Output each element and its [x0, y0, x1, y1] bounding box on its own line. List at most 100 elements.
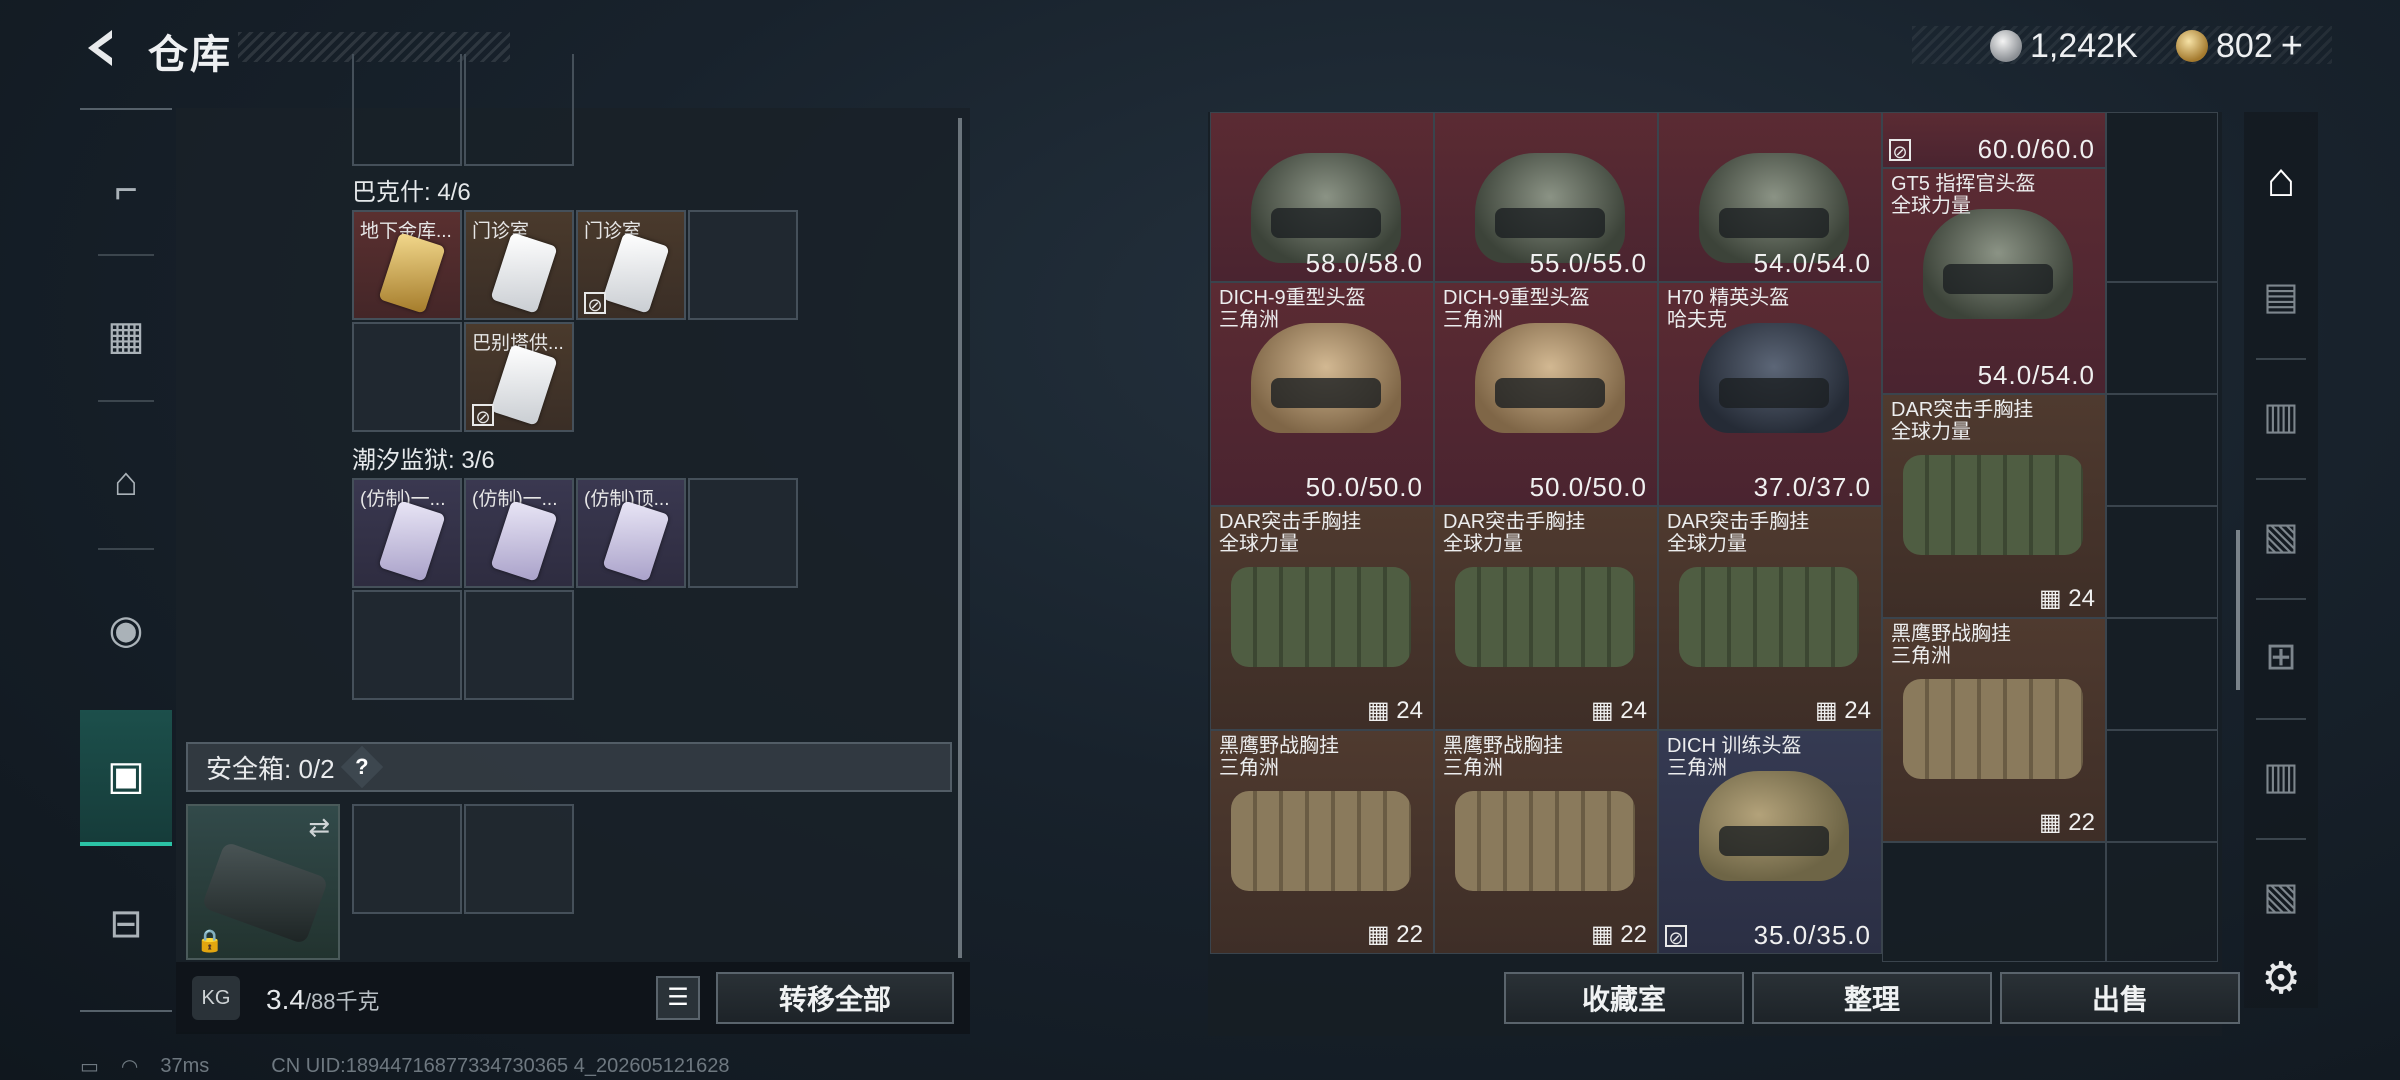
sidebar-item-bag[interactable]: ◉	[80, 570, 172, 690]
sidebar-item-armor[interactable]: ▦	[80, 276, 172, 396]
empty-slot[interactable]	[352, 322, 462, 432]
item-faction: 三角洲	[1891, 645, 1951, 667]
warehouse-item[interactable]: 60.0/60.0 ⊘	[1882, 112, 2106, 168]
list-view-button[interactable]: ☰	[656, 976, 700, 1020]
tab-storage-case-2[interactable]: ▥	[2244, 726, 2318, 826]
empty-slot[interactable]	[2106, 618, 2218, 730]
tab-warehouse[interactable]: ⌂	[2244, 130, 2318, 230]
empty-slot[interactable]	[1882, 842, 2106, 962]
add-currency-button[interactable]: +	[2281, 25, 2303, 68]
warehouse-item[interactable]: DAR突击手胸挂 全球力量 ▦ 24	[1882, 394, 2106, 618]
sell-button[interactable]: 出售	[2000, 972, 2240, 1024]
item-faction: 全球力量	[1667, 533, 1747, 555]
safe-box-header: 安全箱: 0/2 ?	[186, 742, 952, 792]
item-slot[interactable]: 门诊室	[464, 210, 574, 320]
empty-slot[interactable]	[2106, 730, 2218, 842]
empty-slot[interactable]	[352, 54, 462, 166]
weight-max: /88千克	[304, 989, 380, 1014]
capacity-value: 24	[1844, 697, 1871, 724]
warehouse-item[interactable]: DAR突击手胸挂 全球力量 ▦ 24	[1658, 506, 1882, 730]
item-slot[interactable]: 巴别塔供... ⊘	[464, 322, 574, 432]
safe-box-item[interactable]: ⇄ 🔒	[186, 804, 340, 960]
item-slot[interactable]: 地下金库...	[352, 210, 462, 320]
visor-image	[1495, 378, 1605, 408]
empty-slot[interactable]	[464, 590, 574, 700]
empty-slot[interactable]	[464, 54, 574, 166]
no-sell-icon: ⊘	[1889, 139, 1911, 162]
tab-ammo-case[interactable]: ▧	[2244, 486, 2318, 586]
sidebar-item-toolbox[interactable]: ⊟	[80, 864, 172, 984]
divider	[98, 548, 154, 550]
warehouse-item[interactable]: H70 精英头盔 哈夫克 37.0/37.0	[1658, 282, 1882, 506]
help-button[interactable]: ?	[340, 745, 383, 789]
uid-text: CN UID:18944716877334730365 4_2026051216…	[271, 1055, 730, 1077]
empty-slot[interactable]	[2106, 112, 2218, 282]
empty-slot[interactable]	[464, 804, 574, 914]
warehouse-item[interactable]: GT5 指挥官头盔 全球力量 54.0/54.0	[1882, 168, 2106, 394]
warehouse-item[interactable]: DAR突击手胸挂 全球力量 ▦ 24	[1210, 506, 1434, 730]
left-scrollbar[interactable]	[958, 118, 962, 958]
item-name: DICH 训练头盔	[1667, 735, 1802, 757]
swap-icon[interactable]: ⇄	[308, 812, 330, 843]
item-slot[interactable]: (仿制)顶...	[576, 478, 686, 588]
back-arrow-icon	[88, 30, 112, 66]
chest-rig-image	[1679, 567, 1859, 667]
warehouse-item[interactable]: DICH-9重型头盔 三角洲 50.0/50.0	[1210, 282, 1434, 506]
durability-text: 58.0/58.0	[1305, 248, 1423, 278]
warehouse-item[interactable]: DICH 训练头盔 三角洲 35.0/35.0 ⊘	[1658, 730, 1882, 954]
capacity-icon: ▦	[2038, 809, 2069, 836]
warehouse-item[interactable]: 黑鹰野战胸挂 三角洲 ▦ 22	[1210, 730, 1434, 954]
key-card-icon	[490, 500, 558, 582]
warehouse-item[interactable]: 58.0/58.0	[1210, 112, 1434, 282]
divider	[2256, 478, 2306, 480]
item-name: DICH-9重型头盔	[1219, 287, 1366, 309]
warehouse-item[interactable]: 黑鹰野战胸挂 三角洲 ▦ 22	[1882, 618, 2106, 842]
divider	[98, 254, 154, 256]
warehouse-item[interactable]: DICH-9重型头盔 三角洲 50.0/50.0	[1434, 282, 1658, 506]
sidebar-item-safe-box[interactable]: ▣	[80, 710, 172, 846]
item-name: 黑鹰野战胸挂	[1891, 623, 2011, 645]
capacity-text: ▦ 24	[1591, 696, 1647, 725]
item-name: 黑鹰野战胸挂	[1219, 735, 1339, 757]
item-name: DAR突击手胸挂	[1219, 511, 1362, 533]
bag-icon: ◉	[108, 608, 144, 652]
warehouse-item[interactable]: 54.0/54.0	[1658, 112, 1882, 282]
tab-storage-case[interactable]: ▥	[2244, 366, 2318, 466]
collection-room-button[interactable]: 收藏室	[1504, 972, 1744, 1024]
warehouse-item[interactable]: DAR突击手胸挂 全球力量 ▦ 24	[1434, 506, 1658, 730]
transfer-all-button[interactable]: 转移全部	[716, 972, 954, 1024]
chest-rig-image	[1903, 455, 2083, 555]
empty-slot[interactable]	[2106, 506, 2218, 618]
item-slot[interactable]: 门诊室 ⊘	[576, 210, 686, 320]
empty-slot[interactable]	[2106, 842, 2218, 962]
empty-slot[interactable]	[2106, 282, 2218, 394]
visor-image	[1271, 208, 1381, 238]
warehouse-item[interactable]: 55.0/55.0	[1434, 112, 1658, 282]
capacity-icon: ▦	[1814, 697, 1845, 724]
item-faction: 全球力量	[1219, 533, 1299, 555]
item-faction: 三角洲	[1443, 757, 1503, 779]
safe-box-label: 安全箱: 0/2	[206, 753, 335, 784]
warehouse-item[interactable]: 黑鹰野战胸挂 三角洲 ▦ 22	[1434, 730, 1658, 954]
list-icon: ☰	[667, 984, 689, 1011]
sort-button[interactable]: 整理	[1752, 972, 1992, 1024]
sidebar-item-weapons[interactable]: ⌐	[80, 130, 172, 250]
back-button[interactable]	[78, 24, 126, 72]
visor-image	[1271, 378, 1381, 408]
empty-slot[interactable]	[352, 590, 462, 700]
tab-safe[interactable]: ▤	[2244, 246, 2318, 346]
item-slot[interactable]: (仿制)一...	[352, 478, 462, 588]
right-scrollbar[interactable]	[2236, 530, 2240, 690]
item-slot[interactable]: (仿制)一...	[464, 478, 574, 588]
empty-slot[interactable]	[352, 804, 462, 914]
capacity-value: 24	[2068, 585, 2095, 612]
no-sell-icon: ⊘	[1665, 925, 1687, 948]
sidebar-item-backpack[interactable]: ⌂	[80, 422, 172, 542]
weight-icon: KG	[192, 976, 240, 1020]
empty-slot[interactable]	[2106, 394, 2218, 506]
empty-slot[interactable]	[688, 478, 798, 588]
capacity-value: 22	[1396, 921, 1423, 948]
settings-button[interactable]: ⚙	[2244, 928, 2318, 1028]
empty-slot[interactable]	[688, 210, 798, 320]
tab-medical-case[interactable]: ⊞	[2244, 606, 2318, 706]
